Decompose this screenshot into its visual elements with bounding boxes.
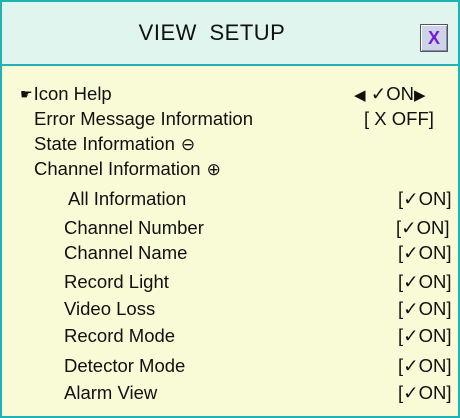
menu-item-label: Alarm View [64, 382, 158, 403]
toggle-value[interactable]: [✓ON] [398, 295, 452, 323]
arrow-left-icon[interactable]: ◀ [354, 87, 366, 104]
close-icon: X [427, 28, 440, 48]
value-text: ✓ON [370, 83, 414, 104]
collapse-circle-icon[interactable]: ⊖ [181, 135, 195, 154]
menu-item-label: Channel Information [34, 158, 201, 179]
menu-item-label: Channel Number [64, 217, 204, 238]
pointing-hand-icon: ☛ [20, 86, 33, 102]
close-button[interactable]: X [420, 24, 448, 52]
menu-item-record-light[interactable]: Record Light [✓ON] [2, 268, 458, 296]
toggle-value[interactable]: [✓ON] [398, 268, 452, 296]
menu-item-channel-number[interactable]: Channel Number [✓ON] [2, 214, 458, 242]
menu-item-label: State Information [34, 133, 175, 154]
toggle-value[interactable]: [ X OFF] [364, 105, 434, 133]
menu-item-alarm-view[interactable]: Alarm View [✓ON] [2, 379, 458, 407]
menu-item-label: All Information [68, 188, 187, 209]
menu-item-channel-name[interactable]: Channel Name [✓ON] [2, 239, 458, 267]
toggle-value[interactable]: [✓ON] [398, 352, 452, 380]
title-bar: VIEW SETUP X [2, 2, 458, 66]
menu-item-detector-mode[interactable]: Detector Mode [✓ON] [2, 352, 458, 380]
menu-item-error-message-information[interactable]: Error Message Information [ X OFF] [2, 105, 458, 133]
menu-item-label: Error Message Information [34, 108, 254, 129]
toggle-value[interactable]: [✓ON] [396, 214, 450, 242]
window-title: VIEW SETUP [138, 20, 286, 45]
toggle-value[interactable]: [✓ON] [398, 379, 452, 407]
menu-item-label: Channel Name [64, 242, 188, 263]
menu-item-label: Detector Mode [64, 355, 186, 376]
menu-item-all-information[interactable]: All Information [✓ON] [2, 185, 458, 213]
menu-item-channel-information[interactable]: Channel Information ⊕ [2, 155, 458, 183]
toggle-value[interactable]: [✓ON] [398, 322, 452, 350]
menu-item-label: Record Mode [64, 325, 176, 346]
toggle-value[interactable]: [✓ON] [398, 239, 452, 267]
arrow-right-icon[interactable]: ▶ [414, 87, 426, 104]
toggle-value[interactable]: [✓ON] [398, 185, 452, 213]
menu-item-icon-help[interactable]: ☛Icon Help ◀ ✓ON▶ [2, 80, 458, 108]
menu-item-video-loss[interactable]: Video Loss [✓ON] [2, 295, 458, 323]
menu-item-state-information[interactable]: State Information ⊖ [2, 130, 458, 158]
menu-item-label: Video Loss [64, 298, 156, 319]
menu-item-label: Icon Help [33, 83, 112, 104]
menu-item-label: Record Light [64, 271, 169, 292]
expand-circle-icon[interactable]: ⊕ [207, 160, 221, 179]
view-setup-window: VIEW SETUP X ☛Icon Help ◀ ✓ON▶ Error Mes… [0, 0, 460, 418]
menu-item-record-mode[interactable]: Record Mode [✓ON] [2, 322, 458, 350]
